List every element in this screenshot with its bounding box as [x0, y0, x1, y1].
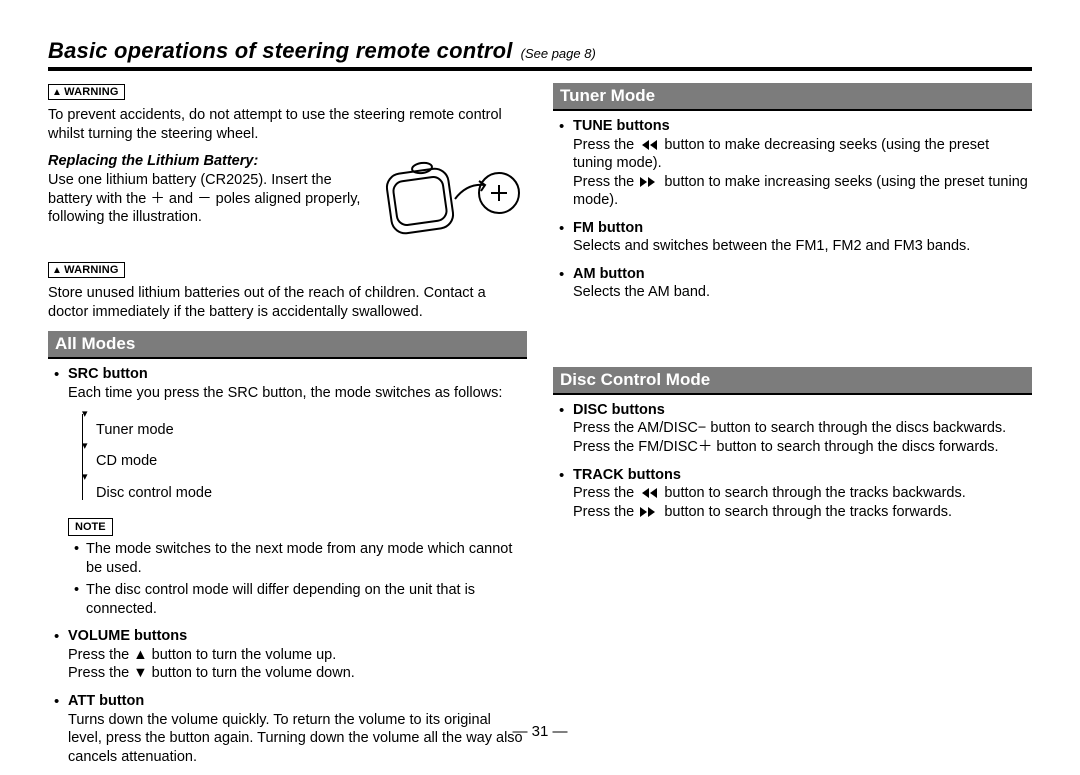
page-number: — 31 —: [0, 723, 1080, 740]
track-item: TRACK buttons Press the button to search…: [559, 466, 1032, 522]
disc-label: DISC buttons: [573, 402, 665, 418]
next-track-icon: [638, 176, 660, 188]
tune-line1a: Press the: [573, 137, 638, 153]
disc-line2: Press the FM/DISC＋ button to search thro…: [573, 439, 999, 455]
disc-line1: Press the AM/DISC− button to search thro…: [573, 420, 1006, 436]
flow-cd: CD mode: [96, 453, 157, 469]
volume-label: VOLUME buttons: [68, 628, 187, 644]
right-column: Tuner Mode TUNE buttons Press the button…: [553, 83, 1032, 775]
flow-tuner: Tuner mode: [96, 422, 174, 438]
battery-text-block: Replacing the Lithium Battery: Use one l…: [48, 153, 361, 227]
note-badge: NOTE: [68, 518, 113, 536]
am-text: Selects the AM band.: [573, 284, 710, 300]
page-title-see: (See page 8): [521, 46, 596, 61]
note-list: The mode switches to the next mode from …: [74, 540, 527, 618]
arrow-down-icon: ▾: [82, 442, 527, 451]
battery-illustration: [367, 153, 527, 253]
battery-body: Use one lithium battery (CR2025). Insert…: [48, 171, 361, 227]
page-title-row: Basic operations of steering remote cont…: [48, 38, 1032, 64]
mode-flow: ▾ Tuner mode ▾ CD mode ▾ Disc control mo…: [82, 410, 527, 504]
page-title: Basic operations of steering remote cont…: [48, 38, 513, 63]
track-line2a: Press the: [573, 504, 638, 520]
section-disc-mode: Disc Control Mode: [553, 367, 1032, 395]
fm-item: FM button Selects and switches between t…: [559, 219, 1032, 256]
src-item: SRC button Each time you press the SRC b…: [54, 365, 527, 618]
arrow-down-icon: ▾: [82, 473, 527, 482]
tune-item: TUNE buttons Press the button to make de…: [559, 117, 1032, 210]
warning-text-2: Store unused lithium batteries out of th…: [48, 284, 527, 321]
warning-text-1: To prevent accidents, do not attempt to …: [48, 106, 527, 143]
volume-item: VOLUME buttons Press the ▲ button to tur…: [54, 627, 527, 683]
att-label: ATT button: [68, 693, 144, 709]
volume-line-2: Press the ▼ button to turn the volume do…: [68, 665, 355, 681]
am-label: AM button: [573, 266, 645, 282]
track-line2b: button to search through the tracks forw…: [664, 504, 952, 520]
tuner-list: TUNE buttons Press the button to make de…: [559, 117, 1032, 302]
src-label: SRC button: [68, 366, 148, 382]
arrow-down-icon: ▾: [82, 410, 527, 419]
next-track-icon: [638, 506, 660, 518]
section-tuner-mode: Tuner Mode: [553, 83, 1032, 111]
prev-track-icon: [638, 487, 660, 499]
am-item: AM button Selects the AM band.: [559, 265, 1032, 302]
track-line1a: Press the: [573, 485, 638, 501]
tune-label: TUNE buttons: [573, 118, 670, 134]
note-1: The mode switches to the next mode from …: [74, 540, 527, 577]
note-2: The disc control mode will differ depend…: [74, 581, 527, 618]
track-line1b: button to search through the tracks back…: [664, 485, 965, 501]
flow-disc: Disc control mode: [96, 485, 212, 501]
spacer: [553, 311, 1032, 359]
disc-list: DISC buttons Press the AM/DISC− button t…: [559, 401, 1032, 521]
tune-line2a: Press the: [573, 174, 638, 190]
all-modes-list: SRC button Each time you press the SRC b…: [54, 365, 527, 766]
two-column-layout: WARNING To prevent accidents, do not att…: [48, 83, 1032, 775]
title-rule: [48, 67, 1032, 71]
track-label: TRACK buttons: [573, 467, 681, 483]
src-text: Each time you press the SRC button, the …: [68, 385, 502, 401]
warning-badge: WARNING: [48, 84, 125, 100]
section-all-modes: All Modes: [48, 331, 527, 359]
left-column: WARNING To prevent accidents, do not att…: [48, 83, 527, 775]
volume-line-1: Press the ▲ button to turn the volume up…: [68, 647, 336, 663]
fm-text: Selects and switches between the FM1, FM…: [573, 238, 970, 254]
prev-track-icon: [638, 139, 660, 151]
battery-heading: Replacing the Lithium Battery:: [48, 153, 361, 169]
fm-label: FM button: [573, 220, 643, 236]
disc-item: DISC buttons Press the AM/DISC− button t…: [559, 401, 1032, 457]
warning-badge-2: WARNING: [48, 262, 125, 278]
battery-section: Replacing the Lithium Battery: Use one l…: [48, 153, 527, 253]
